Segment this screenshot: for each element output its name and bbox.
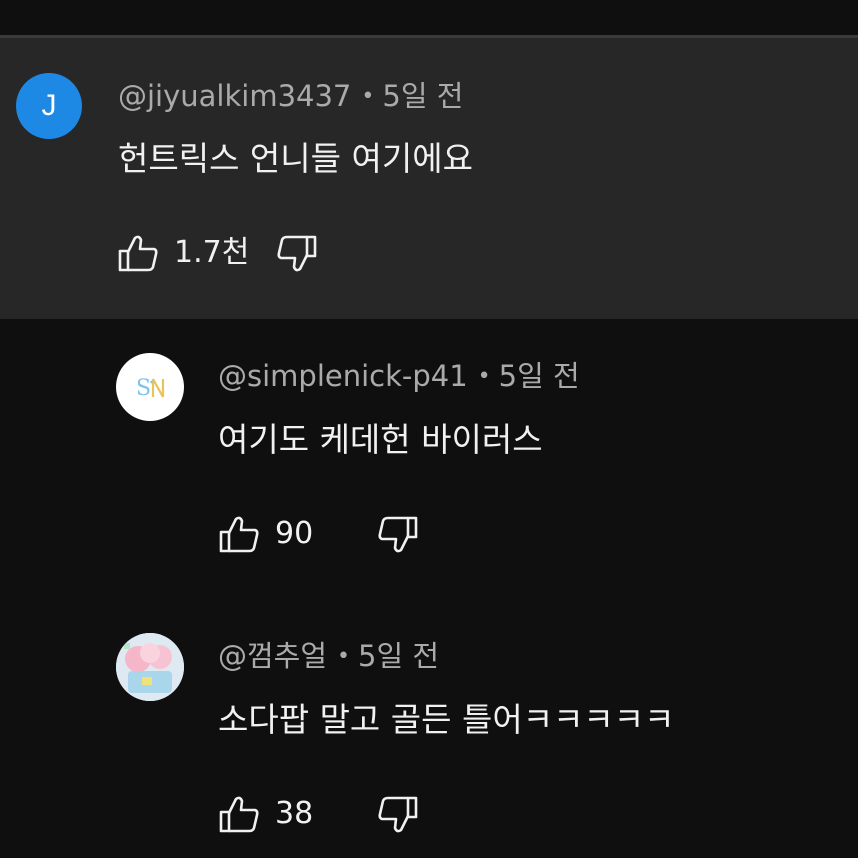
separator-dot: •	[361, 84, 375, 109]
avatar[interactable]: S	[116, 353, 184, 421]
separator-dot: •	[477, 364, 491, 389]
comment-time[interactable]: 5일 전	[499, 359, 580, 393]
dislike-button[interactable]	[276, 233, 318, 275]
comment-text: 여기도 케데헌 바이러스	[218, 420, 543, 459]
comment-item: S @simplenick-p41 • 5일 전 여기도 케데헌 바이러스 90	[0, 320, 858, 600]
dislike-button[interactable]	[377, 514, 419, 556]
thumbs-down-icon	[277, 235, 317, 272]
comment-author[interactable]: @껌추얼	[218, 639, 327, 673]
like-button[interactable]	[218, 793, 260, 835]
comment-meta: @껌추얼 • 5일 전	[218, 642, 439, 671]
like-count: 38	[275, 796, 314, 831]
thumbs-up-icon	[118, 235, 158, 272]
comment-item: J @jiyualkim3437 • 5일 전 헌트릭스 언니들 여기에요 1.7천	[0, 0, 858, 320]
separator-dot: •	[337, 644, 351, 669]
like-count: 1.7천	[174, 235, 250, 270]
avatar[interactable]: J	[16, 73, 82, 139]
like-count: 90	[275, 516, 314, 551]
avatar-illustration-icon	[116, 633, 184, 701]
comment-time[interactable]: 5일 전	[382, 79, 463, 113]
comment-time[interactable]: 5일 전	[358, 639, 439, 673]
thumbs-up-icon	[219, 796, 259, 833]
svg-text:S: S	[136, 376, 151, 401]
thumbs-up-icon	[219, 516, 259, 553]
avatar-sn-logo-icon: S	[136, 376, 165, 401]
comment-author[interactable]: @simplenick-p41	[218, 359, 468, 393]
comment-item: @껌추얼 • 5일 전 소다팝 말고 골든 틀어ㅋㅋㅋㅋㅋ 38	[0, 600, 858, 858]
like-button[interactable]	[117, 232, 159, 274]
thumbs-down-icon	[378, 516, 418, 553]
like-button[interactable]	[218, 513, 260, 555]
comment-meta: @jiyualkim3437 • 5일 전	[118, 82, 463, 111]
thumbs-down-icon	[378, 796, 418, 833]
comment-text: 헌트릭스 언니들 여기에요	[118, 139, 473, 178]
dislike-button[interactable]	[377, 794, 419, 836]
comment-author[interactable]: @jiyualkim3437	[118, 79, 351, 113]
comment-meta: @simplenick-p41 • 5일 전	[218, 362, 580, 391]
comment-text: 소다팝 말고 골든 틀어ㅋㅋㅋㅋㅋ	[218, 700, 675, 739]
avatar-letter: J	[41, 89, 57, 122]
avatar[interactable]	[116, 633, 184, 701]
